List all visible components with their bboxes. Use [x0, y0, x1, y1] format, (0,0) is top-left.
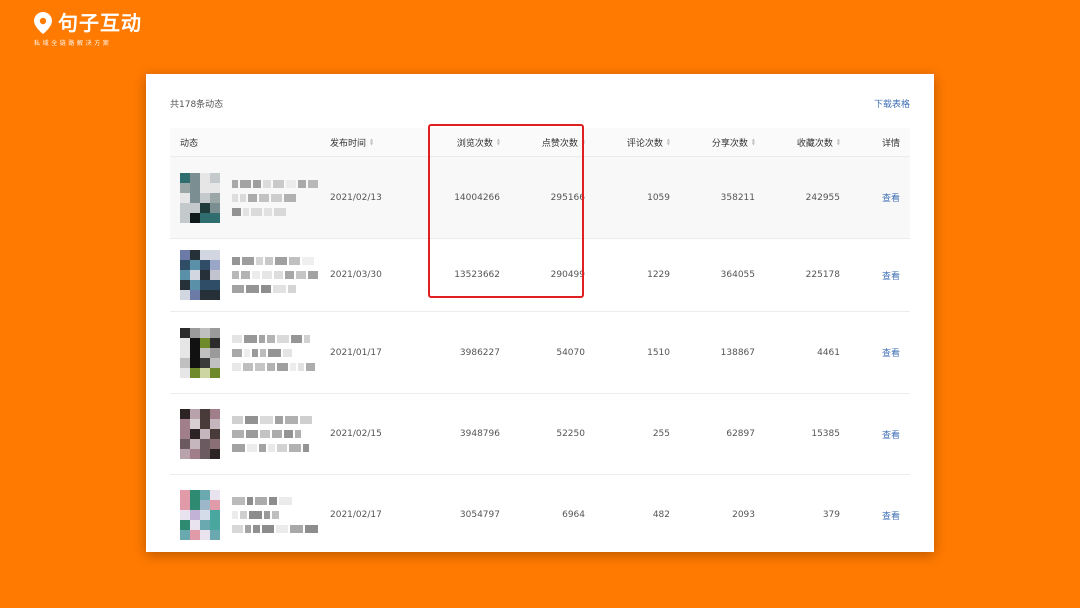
table-row: 2021/02/17 3054797 6964 482 2093 379 查看 — [170, 475, 910, 552]
post-thumbnail — [180, 250, 220, 300]
post-text-blurred — [232, 334, 318, 371]
cell-date: 2021/01/17 — [330, 347, 382, 358]
table-row: 2021/03/30 13523662 290499 1229 364055 2… — [170, 239, 910, 312]
table-row: 2021/02/15 3948796 52250 255 62897 15385… — [170, 394, 910, 475]
cell-comments: 1229 — [647, 270, 670, 280]
col-comments[interactable]: 评论次数 ▲ ▼ — [585, 136, 670, 149]
total-count: 共178条动态 — [170, 100, 224, 110]
view-detail-link[interactable]: 查看 — [882, 194, 900, 204]
col-likes[interactable]: 点赞次数 ▲ ▼ — [500, 136, 585, 149]
post-thumbnail — [180, 327, 220, 378]
cell-favorites: 379 — [822, 510, 840, 520]
cell-likes: 290499 — [550, 270, 585, 280]
cell-date: 2021/02/17 — [330, 510, 382, 520]
cell-views: 3054797 — [459, 510, 500, 520]
cell-favorites: 15385 — [811, 429, 840, 439]
view-detail-link[interactable]: 查看 — [882, 512, 900, 522]
table-row: 2021/01/17 3986227 54070 1510 138867 446… — [170, 312, 910, 394]
brand-tagline: 私域全链路解决方案 — [34, 40, 112, 47]
post-preview[interactable] — [180, 250, 330, 300]
brand-logo: 句子互动 私域全链路解决方案 — [34, 12, 142, 47]
cell-shares: 62897 — [726, 429, 755, 439]
cell-views: 3986227 — [459, 347, 500, 358]
post-text-blurred — [232, 497, 318, 533]
cell-favorites: 242955 — [805, 192, 840, 203]
post-text-blurred — [232, 257, 318, 293]
cell-likes: 295166 — [550, 192, 585, 203]
post-text-blurred — [232, 416, 318, 452]
col-date[interactable]: 发布时间 ▲ ▼ — [330, 136, 420, 149]
post-thumbnail — [180, 409, 220, 459]
post-text-blurred — [232, 179, 318, 216]
cell-shares: 2093 — [732, 510, 755, 520]
cell-shares: 364055 — [720, 270, 755, 280]
col-views[interactable]: 浏览次数 ▲ ▼ — [420, 136, 500, 149]
post-preview[interactable] — [180, 172, 330, 223]
post-preview[interactable] — [180, 327, 330, 378]
view-detail-link[interactable]: 查看 — [882, 431, 900, 441]
cell-shares: 138867 — [720, 347, 755, 358]
table-header: 动态 发布时间 ▲ ▼ 浏览次数 ▲ ▼ 点赞次数 ▲ ▼ 评论次数 ▲ ▼ 分享次数 ▲ ▼ 收藏… — [170, 128, 910, 157]
cell-date: 2021/02/13 — [330, 192, 382, 203]
cell-views: 3948796 — [459, 429, 500, 439]
cell-favorites: 4461 — [817, 347, 840, 358]
view-detail-link[interactable]: 查看 — [882, 349, 900, 359]
cell-views: 14004266 — [454, 192, 500, 203]
cell-comments: 1059 — [647, 192, 670, 203]
cell-views: 13523662 — [454, 270, 500, 280]
sort-arrows-icon[interactable]: ▲ ▼ — [370, 138, 373, 146]
cell-date: 2021/03/30 — [330, 270, 382, 280]
cell-likes: 6964 — [562, 510, 585, 520]
cell-favorites: 225178 — [805, 270, 840, 280]
post-preview[interactable] — [180, 409, 330, 459]
data-table-card: 共178条动态 下载表格 动态 发布时间 ▲ ▼ 浏览次数 ▲ ▼ 点赞次数 ▲ ▼ 评论次… — [146, 74, 934, 552]
location-pin-icon — [34, 12, 52, 34]
download-table-link[interactable]: 下载表格 — [874, 97, 910, 110]
cell-date: 2021/02/15 — [330, 429, 382, 439]
cell-comments: 255 — [652, 429, 670, 439]
post-thumbnail — [180, 172, 220, 223]
col-post: 动态 — [180, 138, 199, 149]
cell-shares: 358211 — [720, 192, 755, 203]
cell-likes: 54070 — [556, 347, 585, 358]
col-shares[interactable]: 分享次数 ▲ ▼ — [670, 136, 755, 149]
post-thumbnail — [180, 490, 220, 540]
cell-likes: 52250 — [556, 429, 585, 439]
view-detail-link[interactable]: 查看 — [882, 272, 900, 282]
table-row: 2021/02/13 14004266 295166 1059 358211 2… — [170, 157, 910, 239]
cell-comments: 482 — [652, 510, 670, 520]
cell-comments: 1510 — [647, 347, 670, 358]
col-favorites[interactable]: 收藏次数 ▲ ▼ — [755, 136, 840, 149]
posts-table: 动态 发布时间 ▲ ▼ 浏览次数 ▲ ▼ 点赞次数 ▲ ▼ 评论次数 ▲ ▼ 分享次数 ▲ ▼ 收藏… — [170, 128, 910, 552]
brand-name: 句子互动 — [58, 11, 142, 35]
post-preview[interactable] — [180, 490, 330, 540]
col-detail: 详情 — [881, 138, 900, 149]
